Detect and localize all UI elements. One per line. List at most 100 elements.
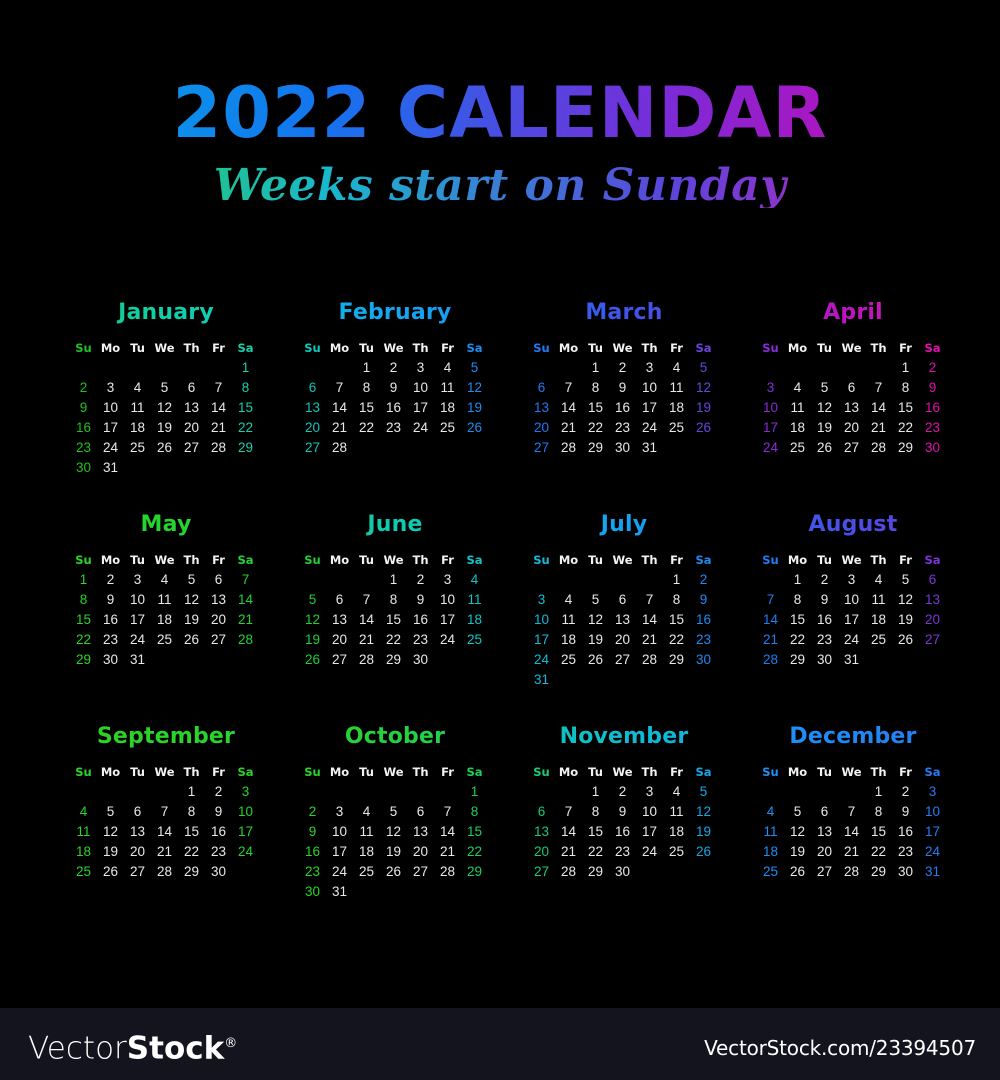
day-cell[interactable]: 26 <box>380 862 407 882</box>
day-cell[interactable]: 27 <box>609 650 636 670</box>
day-cell[interactable]: 7 <box>353 590 380 610</box>
day-cell[interactable]: 28 <box>151 862 178 882</box>
day-cell[interactable]: 8 <box>892 378 919 398</box>
day-cell[interactable]: 14 <box>232 590 259 610</box>
day-cell[interactable]: 28 <box>865 438 892 458</box>
day-cell[interactable]: 22 <box>582 418 609 438</box>
day-cell[interactable]: 4 <box>353 802 380 822</box>
day-cell[interactable]: 3 <box>636 358 663 378</box>
day-cell[interactable]: 16 <box>97 610 124 630</box>
day-cell[interactable]: 12 <box>299 610 326 630</box>
day-cell[interactable]: 10 <box>636 378 663 398</box>
day-cell[interactable]: 27 <box>919 630 946 650</box>
day-cell[interactable]: 27 <box>205 630 232 650</box>
day-cell[interactable]: 9 <box>609 802 636 822</box>
day-cell[interactable]: 7 <box>151 802 178 822</box>
day-cell[interactable]: 15 <box>461 822 488 842</box>
day-cell[interactable]: 16 <box>70 418 97 438</box>
day-cell[interactable]: 6 <box>528 802 555 822</box>
day-cell[interactable]: 10 <box>528 610 555 630</box>
day-cell[interactable]: 22 <box>582 842 609 862</box>
day-cell[interactable]: 4 <box>865 570 892 590</box>
day-cell[interactable]: 6 <box>407 802 434 822</box>
day-cell[interactable]: 14 <box>434 822 461 842</box>
day-cell[interactable]: 25 <box>151 630 178 650</box>
day-cell[interactable]: 19 <box>892 610 919 630</box>
day-cell[interactable]: 25 <box>757 862 784 882</box>
day-cell[interactable]: 3 <box>124 570 151 590</box>
day-cell[interactable]: 19 <box>690 398 717 418</box>
day-cell[interactable]: 16 <box>380 398 407 418</box>
day-cell[interactable]: 6 <box>609 590 636 610</box>
day-cell[interactable]: 17 <box>838 610 865 630</box>
day-cell[interactable]: 17 <box>434 610 461 630</box>
day-cell[interactable]: 29 <box>70 650 97 670</box>
day-cell[interactable]: 7 <box>757 590 784 610</box>
day-cell[interactable]: 12 <box>380 822 407 842</box>
day-cell[interactable]: 28 <box>636 650 663 670</box>
day-cell[interactable]: 9 <box>811 590 838 610</box>
day-cell[interactable]: 1 <box>582 358 609 378</box>
day-cell[interactable]: 20 <box>838 418 865 438</box>
day-cell[interactable]: 16 <box>299 842 326 862</box>
day-cell[interactable]: 30 <box>609 862 636 882</box>
day-cell[interactable]: 20 <box>919 610 946 630</box>
day-cell[interactable]: 16 <box>609 398 636 418</box>
day-cell[interactable]: 30 <box>97 650 124 670</box>
day-cell[interactable]: 17 <box>636 398 663 418</box>
day-cell[interactable]: 29 <box>232 438 259 458</box>
day-cell[interactable]: 22 <box>784 630 811 650</box>
day-cell[interactable]: 9 <box>892 802 919 822</box>
day-cell[interactable]: 7 <box>555 802 582 822</box>
day-cell[interactable]: 23 <box>205 842 232 862</box>
day-cell[interactable]: 6 <box>838 378 865 398</box>
day-cell[interactable]: 1 <box>582 782 609 802</box>
day-cell[interactable]: 25 <box>461 630 488 650</box>
day-cell[interactable]: 17 <box>528 630 555 650</box>
day-cell[interactable]: 15 <box>70 610 97 630</box>
day-cell[interactable]: 20 <box>528 418 555 438</box>
day-cell[interactable]: 29 <box>380 650 407 670</box>
day-cell[interactable]: 10 <box>434 590 461 610</box>
day-cell[interactable]: 11 <box>663 802 690 822</box>
day-cell[interactable]: 16 <box>919 398 946 418</box>
day-cell[interactable]: 12 <box>811 398 838 418</box>
day-cell[interactable]: 11 <box>663 378 690 398</box>
day-cell[interactable]: 8 <box>380 590 407 610</box>
day-cell[interactable]: 19 <box>784 842 811 862</box>
day-cell[interactable]: 30 <box>70 458 97 478</box>
day-cell[interactable]: 9 <box>919 378 946 398</box>
day-cell[interactable]: 21 <box>151 842 178 862</box>
day-cell[interactable]: 23 <box>811 630 838 650</box>
day-cell[interactable]: 23 <box>299 862 326 882</box>
day-cell[interactable]: 11 <box>865 590 892 610</box>
day-cell[interactable]: 1 <box>232 358 259 378</box>
day-cell[interactable]: 15 <box>380 610 407 630</box>
day-cell[interactable]: 3 <box>97 378 124 398</box>
day-cell[interactable]: 13 <box>609 610 636 630</box>
day-cell[interactable]: 16 <box>609 822 636 842</box>
day-cell[interactable]: 12 <box>784 822 811 842</box>
day-cell[interactable]: 14 <box>555 398 582 418</box>
day-cell[interactable]: 22 <box>353 418 380 438</box>
day-cell[interactable]: 25 <box>124 438 151 458</box>
day-cell[interactable]: 12 <box>97 822 124 842</box>
day-cell[interactable]: 1 <box>353 358 380 378</box>
day-cell[interactable]: 27 <box>326 650 353 670</box>
day-cell[interactable]: 20 <box>205 610 232 630</box>
day-cell[interactable]: 30 <box>299 882 326 902</box>
day-cell[interactable]: 31 <box>838 650 865 670</box>
day-cell[interactable]: 11 <box>461 590 488 610</box>
day-cell[interactable]: 17 <box>757 418 784 438</box>
day-cell[interactable]: 25 <box>663 418 690 438</box>
day-cell[interactable]: 27 <box>838 438 865 458</box>
day-cell[interactable]: 2 <box>919 358 946 378</box>
day-cell[interactable]: 24 <box>528 650 555 670</box>
day-cell[interactable]: 7 <box>865 378 892 398</box>
day-cell[interactable]: 25 <box>70 862 97 882</box>
day-cell[interactable]: 28 <box>434 862 461 882</box>
day-cell[interactable]: 5 <box>811 378 838 398</box>
day-cell[interactable]: 2 <box>892 782 919 802</box>
day-cell[interactable]: 21 <box>865 418 892 438</box>
day-cell[interactable]: 7 <box>326 378 353 398</box>
